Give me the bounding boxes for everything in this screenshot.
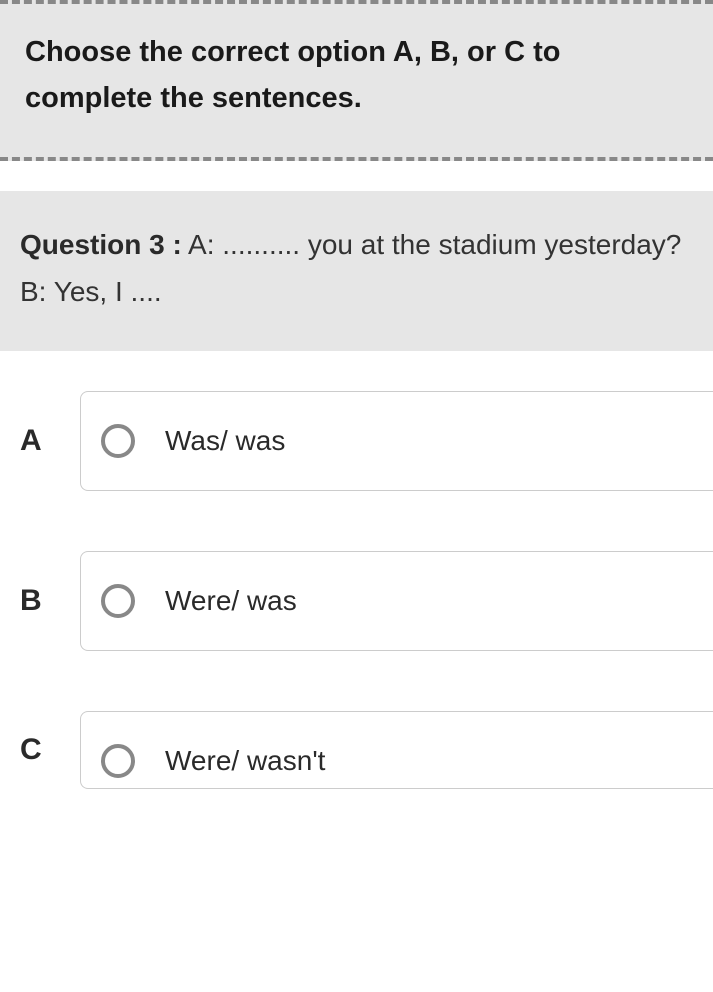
options-area: A Was/ was B Were/ was C Were/ wasn't [0, 351, 713, 789]
option-card-b[interactable]: Were/ was [80, 551, 713, 651]
option-row-c: C Were/ wasn't [0, 711, 713, 789]
spacer [0, 161, 713, 191]
option-row-b: B Were/ was [0, 551, 713, 651]
option-letter: A [20, 424, 80, 458]
question-text: Question 3 : A: .......... you at the st… [20, 221, 693, 316]
instructions-text: Choose the correct option A, B, or C to … [25, 29, 688, 122]
radio-icon[interactable] [101, 584, 135, 618]
option-text: Was/ was [165, 425, 285, 457]
option-card-a[interactable]: Was/ was [80, 391, 713, 491]
question-label: Question 3 : [20, 229, 182, 260]
radio-icon[interactable] [101, 744, 135, 778]
question-block: Question 3 : A: .......... you at the st… [0, 191, 713, 351]
option-row-a: A Was/ was [0, 391, 713, 491]
option-letter: C [20, 733, 80, 767]
instructions-block: Choose the correct option A, B, or C to … [0, 0, 713, 161]
option-card-c[interactable]: Were/ wasn't [80, 711, 713, 789]
option-text: Were/ wasn't [165, 745, 325, 777]
option-letter: B [20, 584, 80, 618]
radio-icon[interactable] [101, 424, 135, 458]
option-text: Were/ was [165, 585, 297, 617]
